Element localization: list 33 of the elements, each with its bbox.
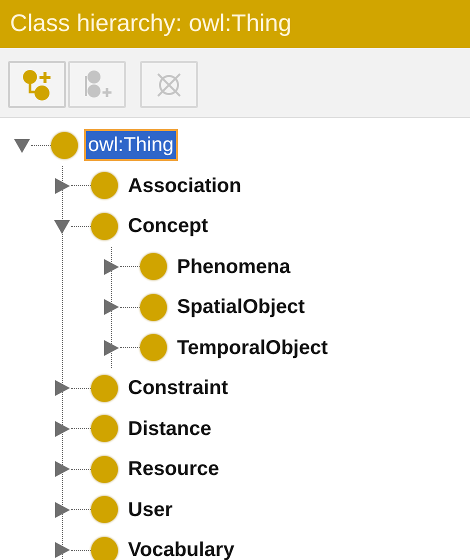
collapsed-arrow-icon[interactable] [54, 460, 71, 478]
collapsed-arrow-icon[interactable] [103, 258, 120, 276]
class-icon [91, 496, 118, 524]
collapsed-arrow-icon[interactable] [54, 420, 71, 438]
class-icon [140, 294, 167, 321]
tree-item[interactable]: Distance [124, 412, 216, 445]
tree-item[interactable]: User [124, 494, 176, 526]
class-icon [91, 172, 118, 200]
tree-item[interactable]: TemporalObject [173, 332, 332, 364]
expanded-arrow-icon[interactable] [54, 217, 71, 236]
tree-item[interactable]: Concept [124, 210, 212, 242]
expanded-arrow-icon[interactable] [14, 136, 31, 154]
class-icon [140, 334, 167, 362]
collapsed-arrow-icon[interactable] [54, 500, 71, 519]
class-icon [91, 374, 118, 402]
tree-item[interactable]: Constraint [124, 372, 232, 404]
class-icon [51, 132, 78, 159]
collapsed-arrow-icon[interactable] [54, 176, 71, 195]
class-icon [91, 456, 118, 483]
collapsed-arrow-icon[interactable] [103, 338, 120, 357]
tree-item[interactable]: owl:Thing [84, 129, 178, 162]
class-icon [91, 536, 118, 560]
collapsed-arrow-icon[interactable] [103, 298, 120, 316]
class-icon [91, 212, 118, 240]
class-icon [91, 415, 118, 442]
collapsed-arrow-icon[interactable] [54, 541, 71, 560]
tree-item[interactable]: SpatialObject [173, 291, 309, 324]
panel-title: Class hierarchy: owl:Thing [10, 9, 292, 39]
collapsed-arrow-icon[interactable] [54, 379, 71, 398]
tree-item[interactable]: Resource [124, 453, 224, 486]
class-icon [140, 253, 167, 280]
tree-item[interactable]: Association [124, 170, 246, 202]
tree-item[interactable]: Phenomena [173, 250, 294, 283]
